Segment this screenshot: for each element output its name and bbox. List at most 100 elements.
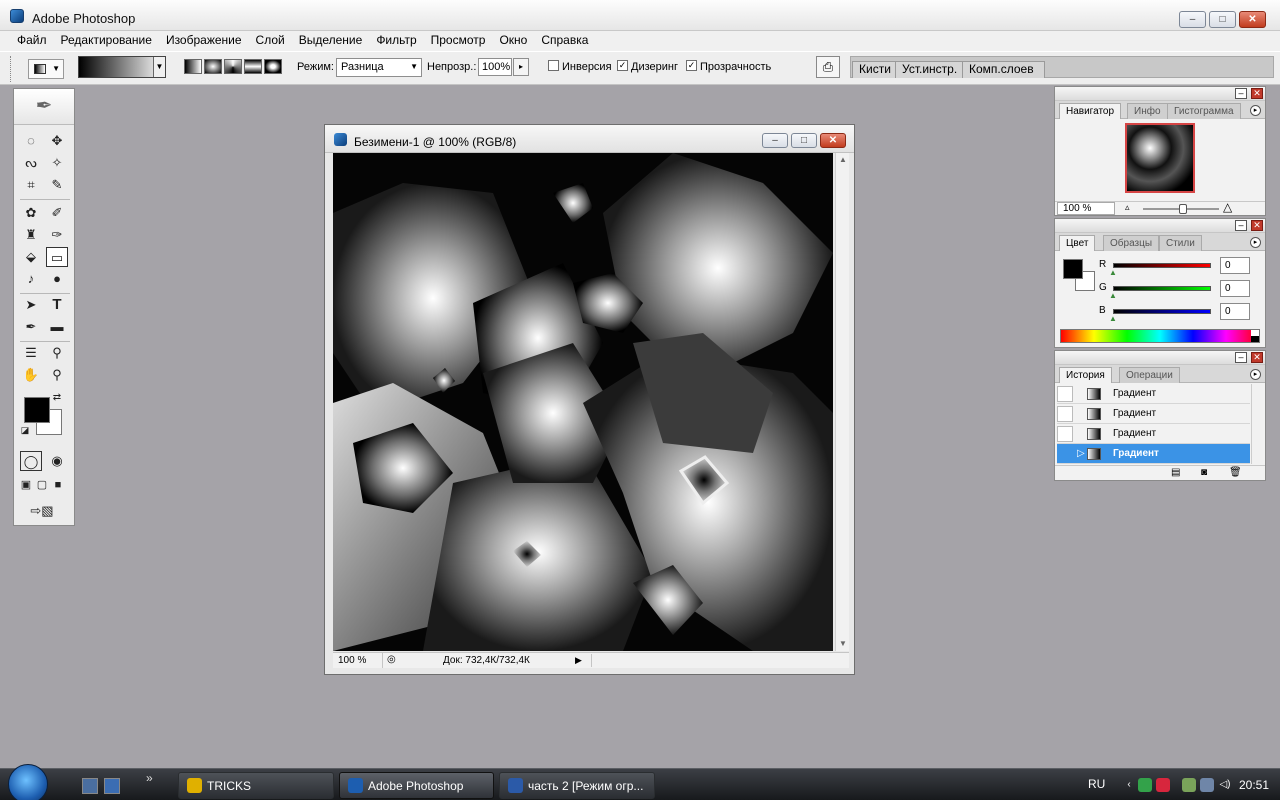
move-tool-icon[interactable]: ✥ (46, 131, 68, 151)
lasso-tool-icon[interactable]: ᔓ (20, 153, 42, 173)
jump-to-imageready-icon[interactable]: ⇨▧ (20, 501, 64, 521)
network-icon[interactable] (1138, 778, 1152, 792)
gradient-picker[interactable]: ▼ (78, 56, 166, 78)
palette-menu-icon[interactable]: ▸ (1250, 105, 1261, 116)
default-colors-icon[interactable]: ◪ (18, 423, 32, 437)
system-clock[interactable]: 20:51 (1239, 778, 1269, 792)
document-title-bar[interactable]: Безимени-1 @ 100% (RGB/8) – □ ✕ (325, 125, 854, 153)
palette-close-icon[interactable]: ✕ (1251, 352, 1263, 363)
vertical-scrollbar[interactable]: ▲ ▼ (835, 153, 849, 651)
history-snapshot-checkbox[interactable] (1057, 426, 1073, 442)
eraser-tool-icon[interactable]: ⬙ (20, 247, 42, 267)
menu-image[interactable]: Изображение (159, 31, 249, 51)
reflected-gradient-icon[interactable] (244, 59, 262, 74)
reverse-checkbox[interactable] (548, 60, 559, 71)
green-value[interactable]: 0 (1220, 280, 1250, 297)
history-item[interactable]: Градиент (1057, 424, 1250, 444)
opacity-input[interactable]: 100% (478, 58, 512, 76)
history-brush-icon[interactable]: ✑ (46, 225, 68, 245)
new-document-from-state-icon[interactable]: ▤ (1171, 467, 1180, 478)
blue-value[interactable]: 0 (1220, 303, 1250, 320)
color-fg-swatch[interactable] (1063, 259, 1083, 279)
navigator-thumbnail[interactable] (1125, 123, 1195, 193)
antivirus-icon[interactable] (1156, 778, 1170, 792)
switch-windows-icon[interactable] (104, 778, 120, 794)
chevron-down-icon[interactable]: ▼ (153, 57, 165, 77)
blue-slider[interactable] (1113, 309, 1211, 314)
tool-preset-picker[interactable]: ▼ (28, 59, 64, 79)
image-canvas[interactable] (333, 153, 833, 651)
language-indicator[interactable]: RU (1088, 777, 1105, 791)
path-selection-icon[interactable]: ➤ (20, 295, 42, 315)
tab-color[interactable]: Цвет (1059, 235, 1096, 251)
network-status-icon[interactable] (1200, 778, 1214, 792)
document-zoom-field[interactable]: 100 % (333, 653, 383, 668)
slice-tool-icon[interactable]: ✎ (46, 175, 68, 195)
red-slider[interactable] (1113, 263, 1211, 268)
standard-mode-icon[interactable]: ◯ (20, 451, 42, 471)
linear-gradient-icon[interactable] (184, 59, 202, 74)
palette-minimize-icon[interactable]: – (1235, 352, 1247, 363)
history-scrollbar[interactable] (1251, 384, 1263, 464)
navigator-zoom-knob[interactable] (1179, 204, 1187, 214)
notes-tool-icon[interactable]: ☰ (20, 343, 42, 363)
rectangle-tool-icon[interactable]: ▬ (46, 317, 68, 337)
minimize-button[interactable]: – (1179, 11, 1206, 28)
opacity-slider-arrow-icon[interactable]: ▸ (513, 58, 529, 76)
red-value[interactable]: 0 (1220, 257, 1250, 274)
new-snapshot-icon[interactable]: ◙ (1201, 467, 1207, 478)
navigator-zoom-field[interactable]: 100 % (1057, 202, 1115, 215)
close-button[interactable]: ✕ (1239, 11, 1266, 28)
menu-filter[interactable]: Фильтр (369, 31, 423, 51)
screen-mode-full-menu-icon[interactable]: ▢ (34, 475, 50, 495)
gradient-tool-active-icon[interactable]: ▭ (46, 247, 68, 267)
document-close-button[interactable]: ✕ (820, 133, 846, 148)
history-snapshot-checkbox[interactable] (1057, 386, 1073, 402)
tab-swatches[interactable]: Образцы (1103, 235, 1160, 251)
menu-file[interactable]: Файл (10, 31, 54, 51)
document-maximize-button[interactable]: □ (791, 133, 817, 148)
scroll-down-icon[interactable]: ▼ (836, 637, 850, 651)
green-slider[interactable] (1113, 286, 1211, 291)
menu-window[interactable]: Окно (492, 31, 534, 51)
menu-layer[interactable]: Слой (249, 31, 292, 51)
tab-styles[interactable]: Стили (1159, 235, 1202, 251)
clone-stamp-icon[interactable]: ♜ (20, 225, 42, 245)
marquee-tool-icon[interactable]: ◌ (20, 131, 42, 151)
black-white-ramp[interactable] (1251, 330, 1259, 342)
quick-mask-icon[interactable]: ◉ (46, 451, 68, 471)
tab-info[interactable]: Инфо (1127, 103, 1168, 119)
palette-minimize-icon[interactable]: – (1235, 220, 1247, 231)
chevron-right-icon[interactable]: » (146, 771, 153, 785)
crop-tool-icon[interactable]: ⌗ (20, 175, 42, 195)
status-arrow-icon[interactable]: ▶ (575, 655, 582, 666)
menu-select[interactable]: Выделение (292, 31, 370, 51)
transparency-checkbox[interactable]: ✓ (686, 60, 697, 71)
windows-start-button[interactable] (8, 764, 48, 800)
options-bar-grip[interactable] (10, 56, 13, 82)
trash-icon[interactable]: 🗑 (1229, 467, 1242, 478)
history-item[interactable]: Градиент (1057, 404, 1250, 424)
taskbar-item-tricks[interactable]: TRICKS (178, 772, 334, 799)
healing-brush-icon[interactable]: ✿ (20, 203, 42, 223)
foreground-color-swatch[interactable] (24, 397, 50, 423)
color-spectrum-ramp[interactable] (1060, 329, 1260, 343)
palette-menu-icon[interactable]: ▸ (1250, 369, 1261, 380)
angle-gradient-icon[interactable] (224, 59, 242, 74)
feather-logo-icon[interactable]: ✒ (14, 89, 74, 125)
radial-gradient-icon[interactable] (204, 59, 222, 74)
history-snapshot-checkbox[interactable] (1057, 406, 1073, 422)
safely-remove-icon[interactable] (1182, 778, 1196, 792)
taskbar-item-photoshop[interactable]: Adobe Photoshop (339, 772, 494, 799)
magic-wand-icon[interactable]: ✧ (46, 153, 68, 173)
file-browser-icon[interactable]: ⎙ (816, 56, 840, 78)
palette-menu-icon[interactable]: ▸ (1250, 237, 1261, 248)
diamond-gradient-icon[interactable] (264, 59, 282, 74)
menu-view[interactable]: Просмотр (424, 31, 493, 51)
slider-triangle-icon[interactable]: ▲ (1109, 314, 1117, 323)
zoom-in-icon[interactable]: △ (1223, 200, 1232, 214)
tab-histogram[interactable]: Гистограмма (1167, 103, 1241, 119)
restore-button[interactable]: □ (1209, 11, 1236, 28)
type-tool-icon[interactable]: T (46, 295, 68, 315)
horizontal-scrollbar[interactable] (591, 654, 833, 667)
